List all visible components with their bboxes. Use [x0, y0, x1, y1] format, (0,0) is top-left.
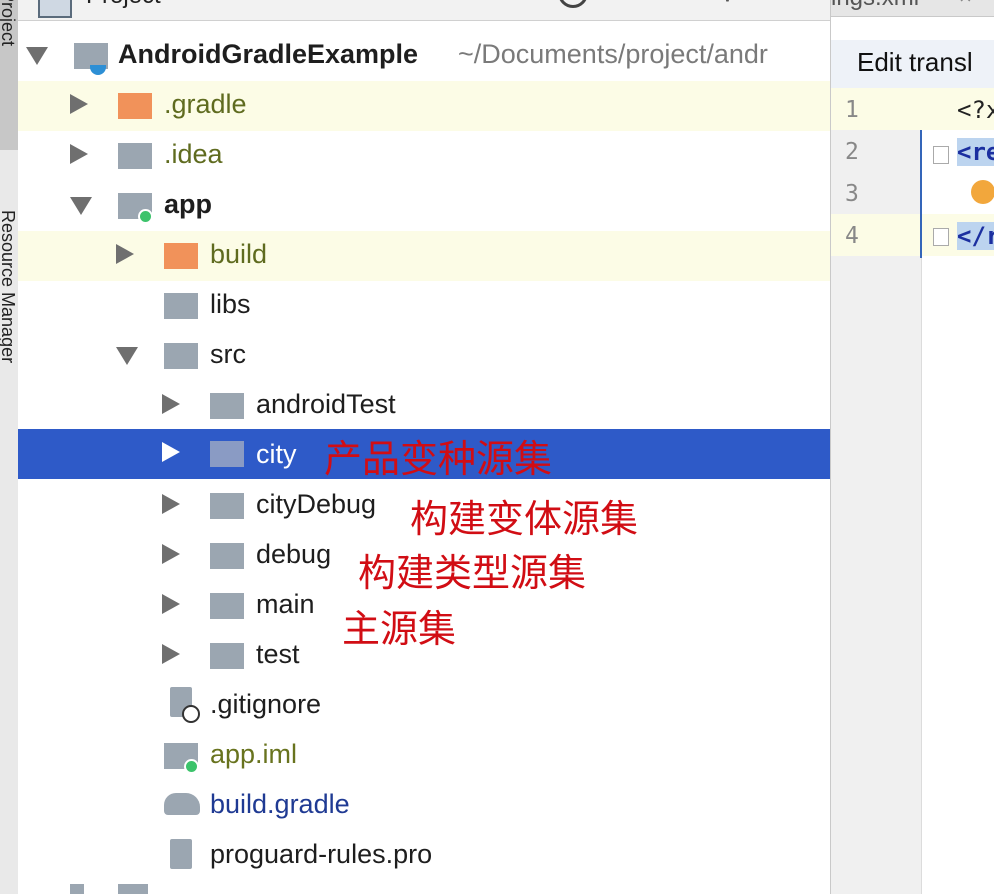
tree-label: AndroidGradleExample — [118, 39, 419, 69]
tree-row-project-root[interactable]: AndroidGradleExample ~/Documents/project… — [18, 31, 830, 81]
tree-row-appiml-file[interactable]: app.iml — [18, 731, 830, 781]
tree-row-idea-dir[interactable]: .idea — [18, 131, 830, 181]
code-line[interactable]: <?x — [957, 96, 994, 124]
tree-label: app — [164, 189, 213, 219]
expand-arrow-icon[interactable] — [162, 494, 180, 514]
tool-tab-resource-manager[interactable]: Resource Manager — [0, 210, 18, 510]
text-file-icon — [170, 839, 192, 869]
tree-row-src-dir[interactable]: src — [18, 331, 830, 381]
fold-marker-icon[interactable] — [933, 228, 949, 246]
expand-arrow-icon[interactable] — [70, 197, 92, 215]
folder-icon — [118, 884, 148, 894]
tree-label: debug — [256, 539, 332, 569]
locate-file-icon[interactable] — [558, 0, 588, 8]
excluded-folder-icon — [164, 243, 198, 269]
expand-arrow-icon[interactable] — [162, 644, 180, 664]
fold-marker-icon[interactable] — [933, 146, 949, 164]
lightbulb-icon[interactable] — [971, 180, 994, 204]
project-tool-window: Project ▾ ▲ ⚙ AndroidGradleExample ~/Doc… — [18, 0, 831, 894]
tool-tab-resource-label: Resource Manager — [0, 210, 18, 364]
module-status-dot-icon — [138, 209, 153, 224]
project-panel-header: Project ▾ ▲ ⚙ — [18, 0, 830, 21]
tool-tab-project-label: 1: Project — [0, 0, 18, 47]
tree-label: .idea — [164, 139, 223, 169]
chevron-down-icon[interactable]: ▾ — [208, 0, 217, 3]
expand-arrow-icon[interactable] — [162, 594, 180, 614]
folder-icon — [164, 293, 198, 319]
expand-arrow-icon[interactable] — [162, 442, 180, 462]
code-line[interactable]: </r — [957, 222, 994, 250]
folder-icon — [210, 543, 244, 569]
tree-label: test — [256, 639, 300, 669]
tree-label: main — [256, 589, 315, 619]
editor-tab[interactable]: ings.xml × — [831, 0, 994, 17]
expand-arrow-icon[interactable] — [116, 347, 138, 365]
collapse-all-icon[interactable]: ▲ — [630, 0, 648, 3]
tree-row-gradle-dir[interactable]: .gradle — [18, 81, 830, 131]
tool-tab-project[interactable]: 1: Project — [0, 0, 18, 150]
expand-arrow-icon[interactable] — [162, 544, 180, 564]
change-marker — [920, 130, 922, 258]
expand-arrow-icon[interactable] — [162, 394, 180, 414]
tree-row-androidtest-dir[interactable]: androidTest — [18, 381, 830, 431]
folder-icon — [210, 493, 244, 519]
tree-row-build-dir[interactable]: build — [18, 231, 830, 281]
tree-row-libs-dir[interactable]: libs — [18, 281, 830, 331]
tool-window-strip: 1: Project Resource Manager — [0, 0, 19, 894]
line-number: 2 — [845, 139, 859, 165]
translations-banner: Edit transl — [831, 40, 994, 89]
tree-row-gitignore-file[interactable]: .gitignore — [18, 681, 830, 731]
expand-arrow-icon[interactable] — [70, 94, 88, 114]
line-number: 1 — [845, 97, 859, 123]
tree-label: .gitignore — [210, 689, 322, 719]
tree-row-app-module[interactable]: app — [18, 181, 830, 231]
tree-label: cityDebug — [256, 489, 377, 519]
project-view-icon — [38, 0, 72, 18]
tree-label: src — [210, 339, 246, 369]
android-module-badge-icon — [90, 65, 106, 75]
tree-row-partial — [70, 884, 84, 894]
edit-translations-link[interactable]: Edit transl — [857, 47, 973, 78]
ignored-badge-icon — [182, 705, 200, 723]
expand-arrow-icon[interactable] — [26, 47, 48, 65]
editor-tab-label: ings.xml — [831, 0, 919, 12]
tree-row-build-gradle-file[interactable]: build.gradle — [18, 781, 830, 831]
tree-label: city — [256, 439, 297, 469]
project-path: ~/Documents/project/andr — [458, 39, 768, 69]
tree-label: proguard-rules.pro — [210, 839, 433, 869]
module-status-dot-icon — [184, 759, 199, 774]
editor-area: ings.xml × Edit transl 1 2 3 4 <?x <re <… — [831, 0, 994, 894]
expand-arrow-icon[interactable] — [70, 144, 88, 164]
tree-label: build.gradle — [210, 789, 350, 819]
annotation-build-variant: 构建变体源集 — [410, 497, 639, 541]
tree-label: .gradle — [164, 89, 247, 119]
gradle-elephant-icon — [164, 793, 200, 815]
tree-label: androidTest — [256, 389, 396, 419]
folder-icon — [210, 441, 244, 467]
line-number: 4 — [845, 223, 859, 249]
tree-label: libs — [210, 289, 251, 319]
folder-icon — [210, 593, 244, 619]
line-number: 3 — [845, 181, 859, 207]
folder-icon — [118, 143, 152, 169]
tree-label: build — [210, 239, 268, 269]
tree-row-proguard-file[interactable]: proguard-rules.pro — [18, 831, 830, 881]
gear-icon[interactable]: ⚙ — [714, 0, 741, 9]
folder-icon — [210, 643, 244, 669]
annotation-main-source-set: 主源集 — [342, 607, 457, 651]
code-line[interactable]: <re — [957, 138, 994, 166]
line-number-gutter — [831, 88, 922, 894]
tree-label: app.iml — [210, 739, 298, 769]
annotation-build-type: 构建类型源集 — [358, 551, 587, 595]
expand-arrow-icon[interactable] — [116, 244, 134, 264]
close-icon[interactable]: × — [959, 0, 972, 10]
excluded-folder-icon — [118, 93, 152, 119]
folder-icon — [164, 343, 198, 369]
annotation-product-flavor: 产品变种源集 — [324, 437, 553, 481]
folder-icon — [210, 393, 244, 419]
project-view-selector[interactable]: Project — [86, 0, 161, 10]
